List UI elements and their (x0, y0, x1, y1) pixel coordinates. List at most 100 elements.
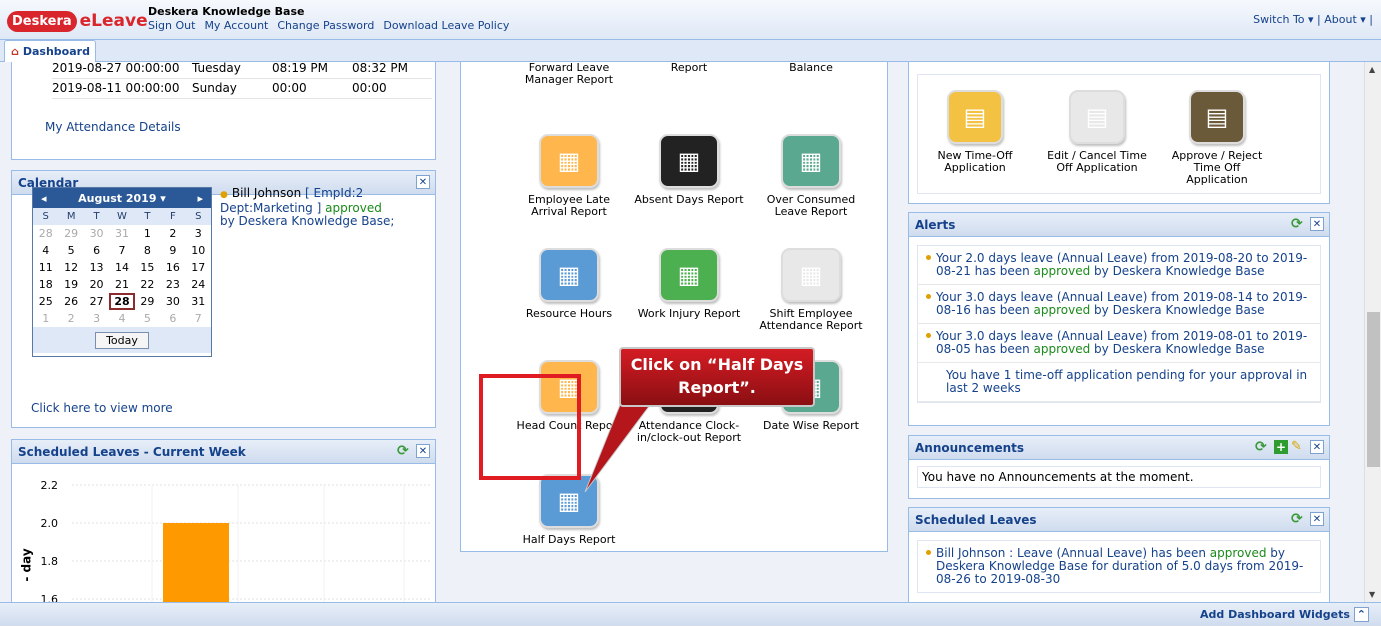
next-month-icon[interactable]: ▸ (197, 192, 203, 205)
refresh-icon[interactable]: ⟳ (1291, 512, 1307, 526)
page-scrollbar[interactable]: ▲ ▼ (1364, 62, 1381, 602)
refresh-icon[interactable]: ⟳ (1255, 440, 1271, 454)
calendar-day[interactable]: 16 (160, 259, 185, 276)
report-label[interactable]: Balance Carry Forward Leave Manager Repo… (514, 62, 624, 86)
calendar-day[interactable]: 4 (109, 310, 134, 327)
tab-label: Dashboard (22, 45, 90, 58)
calendar-day[interactable]: 4 (33, 242, 58, 259)
timeoff-label[interactable]: Edit / Cancel Time Off Application (1042, 150, 1152, 174)
close-icon[interactable]: ✕ (1310, 440, 1324, 454)
calendar-day[interactable]: 3 (186, 225, 211, 242)
calendar-day[interactable]: 27 (84, 293, 109, 310)
calendar-day[interactable]: 30 (84, 225, 109, 242)
report-icon[interactable]: ▦ (659, 248, 719, 302)
report-label[interactable]: Over Consumed Leave Report (756, 194, 866, 218)
calendar-day[interactable]: 7 (109, 242, 134, 259)
panel-title: Alerts (915, 217, 956, 232)
weekday-header: M (58, 208, 84, 225)
report-label[interactable]: Attendance Details Report (634, 62, 744, 74)
calendar-day[interactable]: 25 (33, 293, 58, 310)
sign-out-link[interactable]: Sign Out (148, 19, 195, 32)
report-icon[interactable]: ▦ (659, 134, 719, 188)
calendar-day[interactable]: 5 (58, 242, 83, 259)
add-dashboard-widgets-button[interactable]: Add Dashboard Widgets ⌃ (1200, 607, 1369, 622)
bullet-icon: ● (220, 190, 228, 200)
scroll-up-icon[interactable]: ▲ (1369, 65, 1375, 74)
calendar-day[interactable]: 18 (33, 276, 58, 293)
calendar-day[interactable]: 30 (160, 293, 185, 310)
timeoff-label[interactable]: New Time-Off Application (920, 150, 1030, 174)
month-picker[interactable]: August 2019 ▾ (78, 192, 166, 205)
report-icon[interactable]: ▦ (781, 134, 841, 188)
report-icon[interactable]: ▦ (781, 248, 841, 302)
calendar-day[interactable]: 14 (109, 259, 134, 276)
close-icon[interactable]: ✕ (416, 444, 430, 458)
my-attendance-details-link[interactable]: My Attendance Details (45, 120, 181, 134)
calendar-day[interactable]: 20 (84, 276, 109, 293)
add-icon[interactable]: + (1274, 440, 1288, 454)
refresh-icon[interactable]: ⟳ (1291, 217, 1307, 231)
calendar-day[interactable]: 13 (84, 259, 109, 276)
calendar-day[interactable]: 11 (33, 259, 58, 276)
report-label[interactable]: Half Days Report (514, 534, 624, 546)
calendar-day[interactable]: 12 (58, 259, 83, 276)
view-more-link[interactable]: Click here to view more (31, 401, 173, 415)
report-label[interactable]: Resource Hours (514, 308, 624, 320)
calendar-day[interactable]: 5 (135, 310, 160, 327)
calendar-day[interactable]: 23 (160, 276, 185, 293)
change-password-link[interactable]: Change Password (277, 19, 374, 32)
calendar-day[interactable]: 31 (109, 225, 134, 242)
timeoff-icon[interactable]: ▤ (1069, 90, 1125, 144)
calendar-day[interactable]: 3 (84, 310, 109, 327)
calendar-day[interactable]: 24 (186, 276, 211, 293)
my-account-link[interactable]: My Account (204, 19, 268, 32)
calendar-day[interactable]: 26 (58, 293, 83, 310)
calendar-day[interactable]: 21 (109, 276, 134, 293)
calendar-day[interactable]: 15 (135, 259, 160, 276)
calendar-day[interactable]: 2 (58, 310, 83, 327)
timeoff-icon[interactable]: ▤ (947, 90, 1003, 144)
report-label[interactable]: Absent Days Report (634, 194, 744, 206)
switch-about-menu[interactable]: Switch To ▾ | About ▾ | (1253, 13, 1373, 26)
prev-month-icon[interactable]: ◂ (41, 192, 47, 205)
calendar-day[interactable]: 10 (186, 242, 211, 259)
calendar-day[interactable]: 29 (135, 293, 160, 310)
report-label[interactable]: Employee Late Arrival Report (514, 194, 624, 218)
refresh-icon[interactable]: ⟳ (397, 444, 413, 458)
y-tick-label: 1.6 (41, 593, 59, 602)
calendar-day[interactable]: 29 (58, 225, 83, 242)
calendar-day[interactable]: 9 (160, 242, 185, 259)
report-label[interactable]: Shift Employee Attendance Report (756, 308, 866, 332)
calendar-day[interactable]: 6 (84, 242, 109, 259)
scroll-down-icon[interactable]: ▼ (1369, 590, 1375, 599)
report-label[interactable]: Employee Leave Balance (756, 62, 866, 74)
close-icon[interactable]: ✕ (1310, 217, 1324, 231)
calendar-day[interactable]: 31 (186, 293, 211, 310)
calendar-day[interactable]: 19 (58, 276, 83, 293)
report-label[interactable]: Work Injury Report (634, 308, 744, 320)
close-icon[interactable]: ✕ (416, 175, 430, 189)
report-icon[interactable]: ▦ (539, 134, 599, 188)
calendar-day[interactable]: 1 (135, 225, 160, 242)
today-button[interactable]: Today (95, 331, 149, 349)
scheduled-leaves-header: Scheduled Leaves ⟳ ✕ (909, 508, 1329, 532)
timeoff-icon[interactable]: ▤ (1189, 90, 1245, 144)
calendar-day[interactable]: 6 (160, 310, 185, 327)
download-leave-policy-link[interactable]: Download Leave Policy (383, 19, 509, 32)
report-icon[interactable]: ▦ (539, 248, 599, 302)
scrollbar-thumb[interactable] (1367, 312, 1380, 467)
calendar-day[interactable]: 1 (33, 310, 58, 327)
edit-icon[interactable]: ✎ (1291, 440, 1307, 454)
calendar-day[interactable]: 7 (186, 310, 211, 327)
panel-title: Scheduled Leaves - Current Week (18, 444, 246, 459)
tab-dashboard[interactable]: ⌂ Dashboard (4, 40, 96, 62)
close-icon[interactable]: ✕ (1310, 512, 1324, 526)
timeoff-label[interactable]: Approve / Reject Time Off Application (1162, 150, 1272, 186)
calendar-day[interactable]: 28 (33, 225, 58, 242)
calendar-day[interactable]: 8 (135, 242, 160, 259)
calendar-day[interactable]: 22 (135, 276, 160, 293)
calendar-day[interactable]: 28 (109, 293, 135, 310)
report-label[interactable]: Date Wise Report (756, 420, 866, 432)
calendar-day[interactable]: 17 (186, 259, 211, 276)
calendar-day[interactable]: 2 (160, 225, 185, 242)
